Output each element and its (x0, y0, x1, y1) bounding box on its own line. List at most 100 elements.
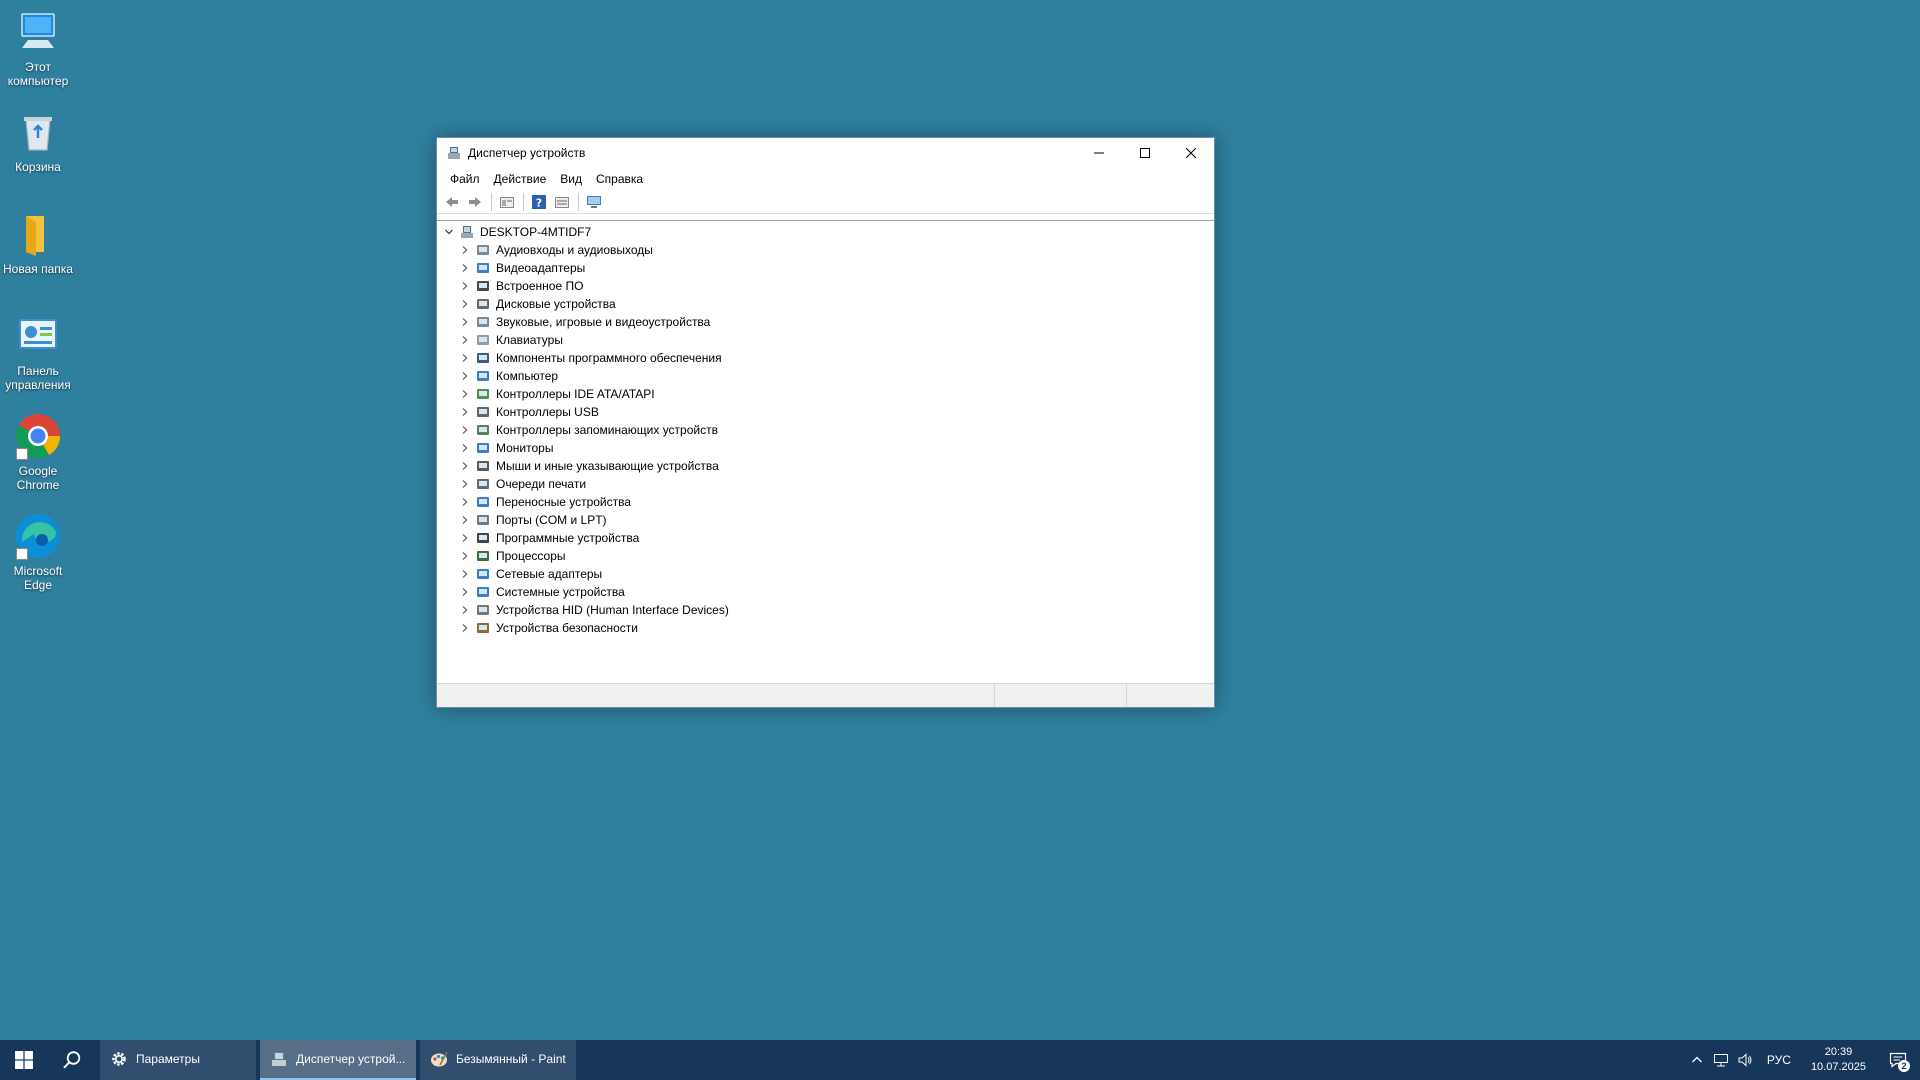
tree-category[interactable]: Контроллеры USB (457, 403, 599, 421)
expand-chevron-icon[interactable] (457, 332, 473, 348)
action-center-button[interactable]: 2 (1876, 1040, 1920, 1080)
clock[interactable]: 20:39 10.07.2025 (1801, 1045, 1876, 1075)
close-button[interactable] (1168, 138, 1214, 168)
tree-category[interactable]: Устройства HID (Human Interface Devices) (457, 601, 729, 619)
desktop-icon-this-pc[interactable]: Этот компьютер (0, 8, 76, 88)
expand-chevron-icon[interactable] (457, 422, 473, 438)
expand-chevron-icon[interactable] (457, 278, 473, 294)
start-button[interactable] (0, 1040, 48, 1080)
menu-view[interactable]: Вид (553, 170, 589, 188)
tree-category[interactable]: Порты (COM и LPT) (457, 511, 607, 529)
tree-category-label: Программные устройства (496, 531, 640, 545)
expand-chevron-icon[interactable] (457, 386, 473, 402)
back-button[interactable] (441, 191, 463, 213)
tree-category[interactable]: Процессоры (457, 547, 566, 565)
show-hidden-icons-button[interactable] (1685, 1040, 1709, 1080)
device-tree[interactable]: DESKTOP-4MTIDF7 Аудиовходы и аудиовыходы… (437, 220, 1214, 683)
tree-category[interactable]: Компьютер (457, 367, 558, 385)
expand-chevron-icon[interactable] (457, 602, 473, 618)
tree-category[interactable]: Клавиатуры (457, 331, 563, 349)
taskbar-item-label: Параметры (136, 1052, 200, 1066)
expand-chevron-icon[interactable] (457, 620, 473, 636)
tree-category[interactable]: Видеоадаптеры (457, 259, 585, 277)
tree-category[interactable]: Контроллеры IDE ATA/ATAPI (457, 385, 655, 403)
firmware-icon (477, 281, 489, 291)
desktop-icon-recycle-bin[interactable]: Корзина (0, 108, 76, 174)
desktop-icon-new-folder[interactable]: Новая папка (0, 210, 76, 276)
tree-category[interactable]: Переносные устройства (457, 493, 631, 511)
tree-category-label: Системные устройства (496, 585, 625, 599)
tree-category[interactable]: Дисковые устройства (457, 295, 616, 313)
expand-chevron-icon[interactable] (457, 494, 473, 510)
tree-category[interactable]: Аудиовходы и аудиовыходы (457, 241, 653, 259)
tree-root[interactable]: DESKTOP-4MTIDF7 (441, 223, 591, 241)
tree-category[interactable]: Системные устройства (457, 583, 625, 601)
expand-chevron-icon[interactable] (457, 584, 473, 600)
menu-action[interactable]: Действие (487, 170, 554, 188)
system-tray: РУС 20:39 10.07.2025 2 (1685, 1040, 1920, 1080)
toolbar-separator (578, 192, 579, 211)
desktop-icon-chrome[interactable]: Google Chrome (0, 412, 76, 492)
tree-category[interactable]: Очереди печати (457, 475, 586, 493)
expand-chevron-icon[interactable] (457, 458, 473, 474)
menu-file[interactable]: Файл (443, 170, 487, 188)
title-bar[interactable]: Диспетчер устройств (437, 138, 1214, 168)
expand-chevron-icon[interactable] (457, 566, 473, 582)
tree-category[interactable]: Мыши и иные указывающие устройства (457, 457, 719, 475)
tree-category-label: Дисковые устройства (496, 297, 616, 311)
language-indicator[interactable]: РУС (1757, 1053, 1801, 1067)
tree-category[interactable]: Компоненты программного обеспечения (457, 349, 722, 367)
desktop-icon-control-panel[interactable]: Панель управления (0, 312, 76, 392)
expand-chevron-icon[interactable] (457, 314, 473, 330)
taskbar-item-settings[interactable]: Параметры (100, 1040, 256, 1080)
clock-date: 10.07.2025 (1810, 1061, 1866, 1073)
notification-count-badge: 2 (1898, 1060, 1910, 1072)
expand-chevron-icon[interactable] (457, 512, 473, 528)
tree-category[interactable]: Встроенное ПО (457, 277, 583, 295)
expand-chevron-icon[interactable] (457, 368, 473, 384)
desktop-icon-edge[interactable]: Microsoft Edge (0, 512, 76, 592)
expand-chevron-icon[interactable] (457, 260, 473, 276)
tree-category[interactable]: Звуковые, игровые и видеоустройства (457, 313, 710, 331)
forward-button[interactable] (464, 191, 486, 213)
expand-chevron-icon[interactable] (457, 440, 473, 456)
paint-icon (431, 1051, 448, 1067)
tree-category-label: Очереди печати (496, 477, 587, 491)
minimize-icon (1094, 152, 1104, 154)
expand-chevron-icon[interactable] (457, 296, 473, 312)
tree-category[interactable]: Мониторы (457, 439, 553, 457)
volume-tray-button[interactable] (1733, 1040, 1757, 1080)
tree-category-label: Контроллеры запоминающих устройств (496, 423, 718, 437)
search-icon (63, 1051, 81, 1069)
minimize-button[interactable] (1076, 138, 1122, 168)
expand-chevron-icon[interactable] (457, 242, 473, 258)
expand-chevron-icon[interactable] (457, 530, 473, 546)
tree-category-label: Звуковые, игровые и видеоустройства (496, 315, 711, 329)
collapse-chevron-icon[interactable] (441, 224, 457, 240)
expand-chevron-icon[interactable] (457, 548, 473, 564)
search-button[interactable] (48, 1040, 96, 1080)
svg-text:?: ? (536, 196, 542, 209)
tree-category[interactable]: Устройства безопасности (457, 619, 638, 637)
view-button[interactable] (551, 191, 573, 213)
expand-chevron-icon[interactable] (457, 476, 473, 492)
tree-category[interactable]: Сетевые адаптеры (457, 565, 602, 583)
network-tray-button[interactable] (1709, 1040, 1733, 1080)
help-button[interactable]: ? (528, 191, 550, 213)
help-icon: ? (532, 194, 546, 209)
scan-hardware-button[interactable] (583, 191, 605, 213)
tree-category[interactable]: Программные устройства (457, 529, 639, 547)
properties-button[interactable] (496, 191, 518, 213)
tree-category[interactable]: Контроллеры запоминающих устройств (457, 421, 718, 439)
expand-chevron-icon[interactable] (457, 350, 473, 366)
device-manager-window: Диспетчер устройств Файл Действие Вид Сп… (436, 137, 1215, 708)
maximize-button[interactable] (1122, 138, 1168, 168)
back-icon (446, 196, 458, 207)
security-device-icon (477, 623, 489, 633)
view-icon (555, 196, 569, 208)
menu-help[interactable]: Справка (589, 170, 650, 188)
taskbar-item-paint[interactable]: Безымянный - Paint (420, 1040, 576, 1080)
expand-chevron-icon[interactable] (457, 404, 473, 420)
taskbar-item-device-manager[interactable]: Диспетчер устрой... (260, 1040, 416, 1080)
desktop-icon-label: Google Chrome (16, 464, 60, 492)
